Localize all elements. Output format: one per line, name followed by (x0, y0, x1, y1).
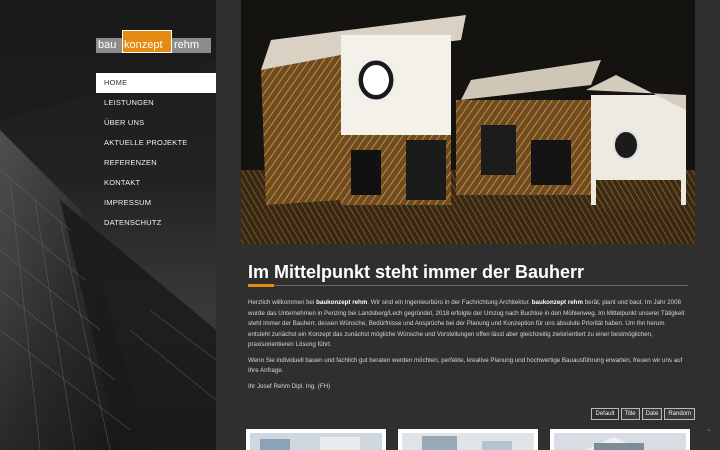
nav-item-aktuelle-projekte[interactable]: AKTUELLE PROJEKTE (96, 133, 216, 153)
gallery-sort-bar: Default Title Date Random (591, 408, 695, 420)
gallery-thumbnail[interactable] (398, 429, 538, 450)
logo-part-rehm: rehm (172, 38, 211, 53)
nav-item-kontakt[interactable]: KONTAKT (96, 173, 216, 193)
sort-random-button[interactable]: Random (664, 408, 695, 420)
intro-text-3: berät, plant und baut. Im Jahr 2008 wurd… (248, 299, 685, 348)
thumbnail-image (554, 433, 686, 450)
thumbnail-image (250, 433, 382, 450)
title-accent-bar (248, 284, 274, 287)
intro-text: Herzlich willkommen bei baukonzept rehm.… (248, 298, 688, 397)
logo-part-bau: bau (96, 38, 122, 53)
signature: Ihr Josef Rehm Dipl. Ing. (FH) (248, 382, 331, 390)
sort-date-button[interactable]: Date (641, 408, 663, 420)
title-divider (248, 285, 688, 286)
page-title: Im Mittelpunkt steht immer der Bauherr (248, 262, 585, 282)
company-name-bold-2: baukonzept rehm (531, 299, 583, 306)
gallery-thumbnail[interactable] (246, 429, 386, 450)
logo-part-konzept: konzept (122, 30, 172, 53)
sort-title-button[interactable]: Title (620, 408, 640, 420)
nav-item-ueber-uns[interactable]: ÜBER UNS (96, 113, 216, 133)
gallery-thumbnail[interactable] (550, 429, 690, 450)
nav-item-datenschutz[interactable]: DATENSCHUTZ (96, 213, 216, 233)
site-logo[interactable]: bau konzept rehm (96, 30, 211, 53)
project-gallery (246, 429, 690, 450)
intro-text-1: Herzlich willkommen bei (248, 299, 317, 306)
nav-item-impressum[interactable]: IMPRESSUM (96, 193, 216, 213)
nav-item-leistungen[interactable]: LEISTUNGEN (96, 93, 216, 113)
main-navigation: HOME LEISTUNGEN ÜBER UNS AKTUELLE PROJEK… (96, 73, 216, 233)
contact-invitation-paragraph: Wenn Sie individuell bauen und fachlich … (248, 356, 683, 375)
main-content: Im Mittelpunkt steht immer der Bauherr H… (216, 0, 720, 450)
nav-item-referenzen[interactable]: REFERENZEN (96, 153, 216, 173)
company-name-bold: baukonzept rehm (316, 299, 368, 306)
chevron-up-icon[interactable]: ⌃ (704, 428, 714, 438)
hero-house-image (241, 0, 695, 244)
sort-default-button[interactable]: Default (591, 408, 619, 420)
thumbnail-image (402, 433, 534, 450)
sidebar: bau konzept rehm HOME LEISTUNGEN ÜBER UN… (0, 0, 216, 450)
intro-paragraph: Herzlich willkommen bei baukonzept rehm.… (248, 298, 688, 351)
intro-text-2: . Wir sind ein Ingenieurbüro in der Fach… (367, 299, 532, 306)
nav-item-home[interactable]: HOME (96, 73, 216, 93)
